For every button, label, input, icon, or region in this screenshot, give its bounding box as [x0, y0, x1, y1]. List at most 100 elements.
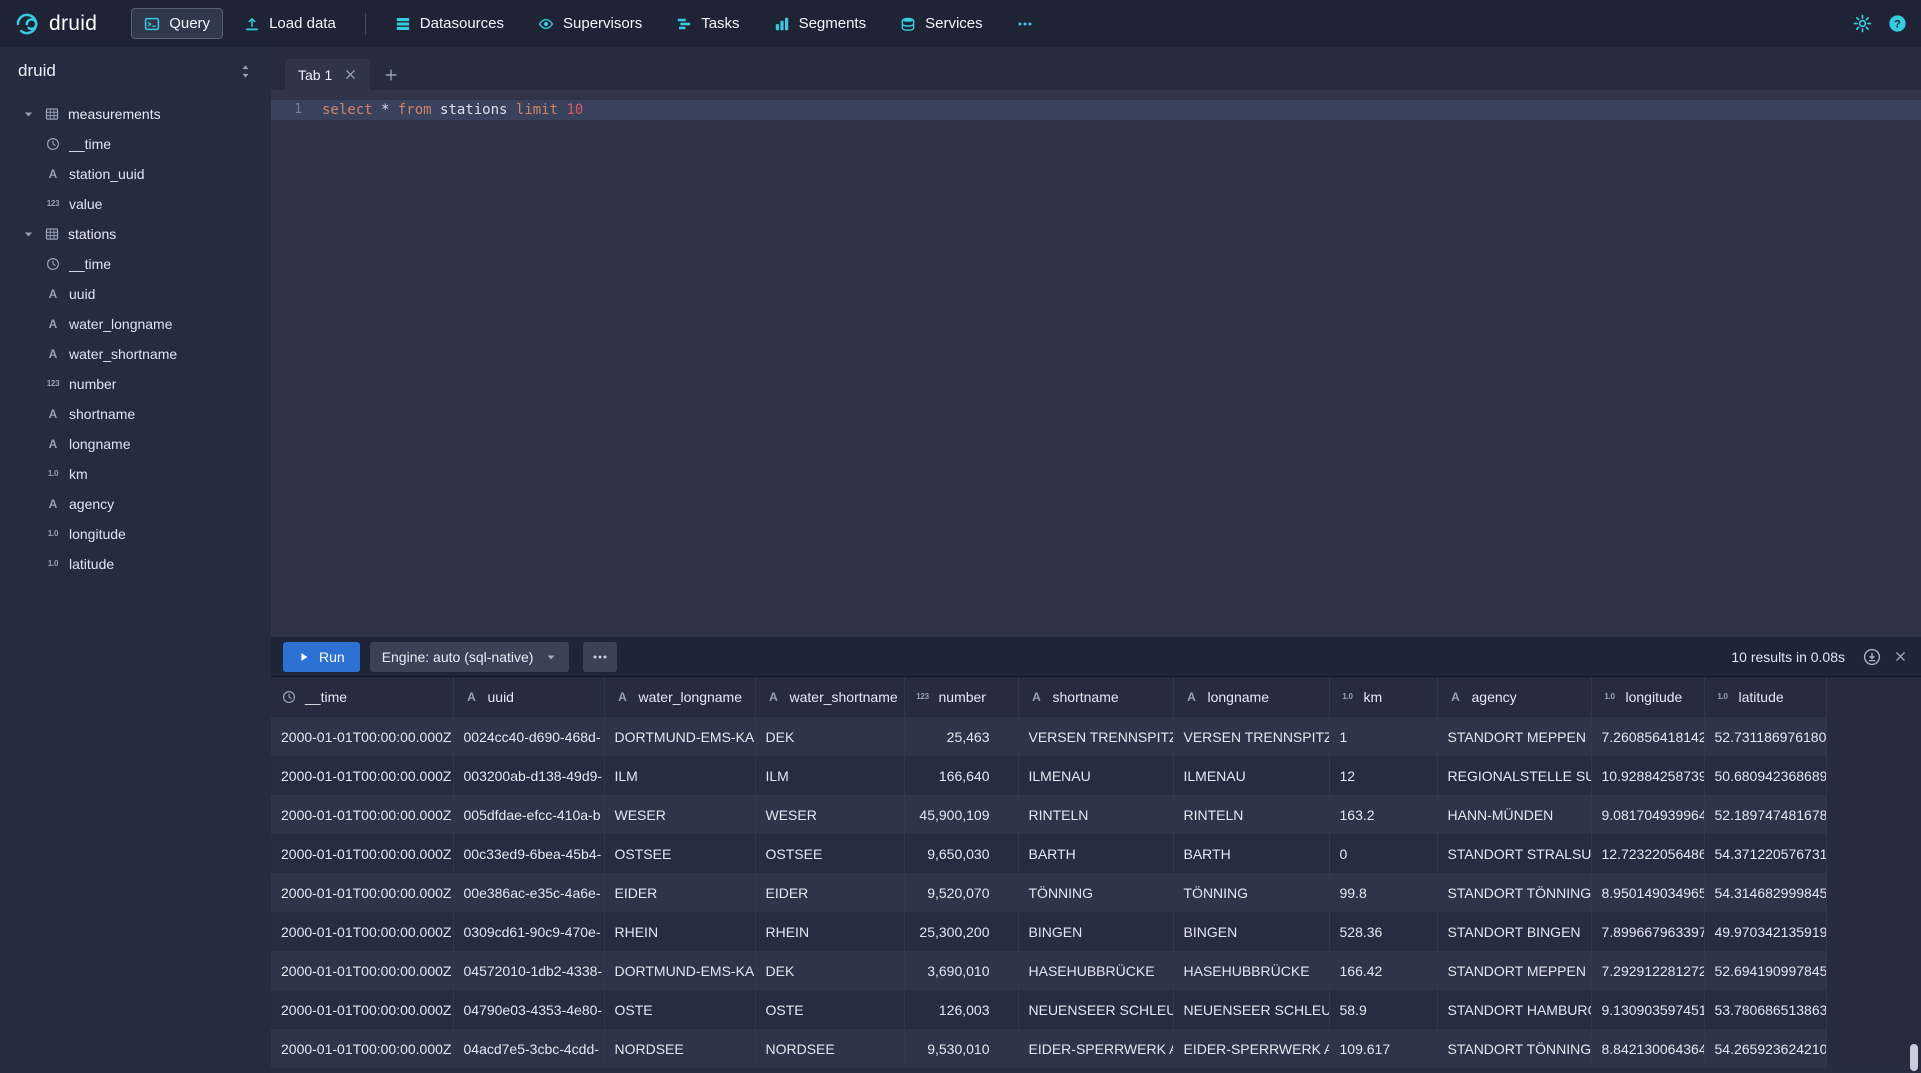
cell-longitude[interactable]: 10.9288425873947 [1591, 756, 1704, 795]
cell-shortname[interactable]: BINGEN [1018, 912, 1173, 951]
cell-longname[interactable]: NEUENSEER SCHLEUSE [1173, 990, 1329, 1029]
cell-water_longname[interactable]: NORDSEE [604, 1029, 755, 1068]
cell-latitude[interactable]: 50.6809423686897 [1704, 756, 1826, 795]
column-header-latitude[interactable]: 1.0latitude [1704, 677, 1826, 717]
column-header-water_shortname[interactable]: Awater_shortname [755, 677, 904, 717]
cell-__time[interactable]: 2000-01-01T00:00:00.000Z [271, 795, 453, 834]
cell-km[interactable]: 166.42 [1329, 951, 1437, 990]
tree-column-__time[interactable]: __time [0, 129, 271, 159]
cell-longname[interactable]: HASEHUBBRÜCKE [1173, 951, 1329, 990]
tree-column-latitude[interactable]: 1.0latitude [0, 549, 271, 579]
cell-agency[interactable]: STANDORT MEPPEN [1437, 717, 1591, 756]
cell-water_shortname[interactable]: EIDER [755, 873, 904, 912]
cell-km[interactable]: 163.2 [1329, 795, 1437, 834]
tree-column-longitude[interactable]: 1.0longitude [0, 519, 271, 549]
column-header-__time[interactable]: __time [271, 677, 453, 717]
cell-agency[interactable]: STANDORT MEPPEN [1437, 951, 1591, 990]
cell-shortname[interactable]: VERSEN TRENNSPITZE [1018, 717, 1173, 756]
download-results-icon[interactable] [1863, 648, 1881, 666]
cell-uuid[interactable]: 0024cc40-d690-468d- [453, 717, 604, 756]
cell-agency[interactable]: STANDORT TÖNNING [1437, 873, 1591, 912]
cell-shortname[interactable]: EIDER-SPERRWERK AP [1018, 1029, 1173, 1068]
cell-latitude[interactable]: 52.6941909978451 [1704, 951, 1826, 990]
tree-column-station_uuid[interactable]: Astation_uuid [0, 159, 271, 189]
cell-agency[interactable]: STANDORT HAMBURG [1437, 990, 1591, 1029]
cell-uuid[interactable]: 003200ab-d138-49d9- [453, 756, 604, 795]
cell-latitude[interactable]: 52.1897474816781 [1704, 795, 1826, 834]
cell-uuid[interactable]: 04acd7e5-3cbc-4cdd- [453, 1029, 604, 1068]
cell-__time[interactable]: 2000-01-01T00:00:00.000Z [271, 1029, 453, 1068]
cell-km[interactable]: 0 [1329, 834, 1437, 873]
tree-column-shortname[interactable]: Ashortname [0, 399, 271, 429]
schema-selector[interactable]: druid [0, 47, 271, 95]
cell-longitude[interactable]: 7.2929122812727 [1591, 951, 1704, 990]
cell-agency[interactable]: STANDORT BINGEN [1437, 912, 1591, 951]
cell-longname[interactable]: TÖNNING [1173, 873, 1329, 912]
cell-longitude[interactable]: 7.2608564181428 [1591, 717, 1704, 756]
run-button[interactable]: Run [283, 642, 360, 672]
nav-item-query[interactable]: Query [131, 8, 223, 39]
column-header-number[interactable]: 123number [904, 677, 1018, 717]
cell-water_longname[interactable]: DORTMUND-EMS-KANAL [604, 951, 755, 990]
column-header-water_longname[interactable]: Awater_longname [604, 677, 755, 717]
cell-shortname[interactable]: ILMENAU [1018, 756, 1173, 795]
cell-agency[interactable]: HANN-MÜNDEN [1437, 795, 1591, 834]
cell-__time[interactable]: 2000-01-01T00:00:00.000Z [271, 834, 453, 873]
cell-water_shortname[interactable]: RHEIN [755, 912, 904, 951]
tree-column-water_shortname[interactable]: Awater_shortname [0, 339, 271, 369]
column-header-shortname[interactable]: Ashortname [1018, 677, 1173, 717]
cell-km[interactable]: 1 [1329, 717, 1437, 756]
tree-table-measurements[interactable]: measurements [0, 99, 271, 129]
cell-water_shortname[interactable]: OSTSEE [755, 834, 904, 873]
cell-latitude[interactable]: 49.9703421359191 [1704, 912, 1826, 951]
cell-longname[interactable]: BARTH [1173, 834, 1329, 873]
tree-table-stations[interactable]: stations [0, 219, 271, 249]
nav-item-datasources[interactable]: Datasources [382, 8, 517, 39]
cell-uuid[interactable]: 005dfdae-efcc-410a-b [453, 795, 604, 834]
cell-water_longname[interactable]: RHEIN [604, 912, 755, 951]
cell-number[interactable]: 25,300,200 [904, 912, 1018, 951]
column-header-km[interactable]: 1.0km [1329, 677, 1437, 717]
column-header-longitude[interactable]: 1.0longitude [1591, 677, 1704, 717]
cell-shortname[interactable]: HASEHUBBRÜCKE [1018, 951, 1173, 990]
cell-number[interactable]: 126,003 [904, 990, 1018, 1029]
nav-item-load-data[interactable]: Load data [231, 8, 349, 39]
cell-longname[interactable]: VERSEN TRENNSPITZE [1173, 717, 1329, 756]
cell-longname[interactable]: EIDER-SPERRWERK AP [1173, 1029, 1329, 1068]
gear-icon[interactable] [1853, 14, 1872, 33]
cell-longitude[interactable]: 12.7232205648649 [1591, 834, 1704, 873]
tree-column-km[interactable]: 1.0km [0, 459, 271, 489]
cell-water_longname[interactable]: WESER [604, 795, 755, 834]
cell-km[interactable]: 109.617 [1329, 1029, 1437, 1068]
nav-item-more[interactable] [1004, 8, 1046, 39]
cell-uuid[interactable]: 0309cd61-90c9-470e- [453, 912, 604, 951]
cell-longname[interactable]: ILMENAU [1173, 756, 1329, 795]
nav-item-supervisors[interactable]: Supervisors [525, 8, 655, 39]
cell-longitude[interactable]: 9.1309035974510 [1591, 990, 1704, 1029]
query-more-button[interactable] [583, 642, 617, 672]
help-icon[interactable]: ? [1888, 14, 1907, 33]
cell-water_longname[interactable]: OSTSEE [604, 834, 755, 873]
cell-water_shortname[interactable]: DEK [755, 951, 904, 990]
scrollbar-thumb[interactable] [1910, 1044, 1918, 1071]
add-tab-button[interactable] [370, 59, 412, 90]
cell-__time[interactable]: 2000-01-01T00:00:00.000Z [271, 873, 453, 912]
cell-km[interactable]: 58.9 [1329, 990, 1437, 1029]
cell-latitude[interactable]: 52.7311869761808 [1704, 717, 1826, 756]
nav-item-segments[interactable]: Segments [761, 8, 880, 39]
cell-uuid[interactable]: 00e386ac-e35c-4a6e- [453, 873, 604, 912]
tree-column-water_longname[interactable]: Awater_longname [0, 309, 271, 339]
tree-column-number[interactable]: 123number [0, 369, 271, 399]
cell-latitude[interactable]: 54.2659236242101 [1704, 1029, 1826, 1068]
tab-1[interactable]: Tab 1 [285, 59, 370, 90]
cell-longname[interactable]: BINGEN [1173, 912, 1329, 951]
cell-number[interactable]: 166,640 [904, 756, 1018, 795]
cell-__time[interactable]: 2000-01-01T00:00:00.000Z [271, 912, 453, 951]
cell-shortname[interactable]: TÖNNING [1018, 873, 1173, 912]
cell-longitude[interactable]: 7.8996679633971 [1591, 912, 1704, 951]
column-header-agency[interactable]: Aagency [1437, 677, 1591, 717]
cell-km[interactable]: 12 [1329, 756, 1437, 795]
cell-km[interactable]: 528.36 [1329, 912, 1437, 951]
tree-column-agency[interactable]: Aagency [0, 489, 271, 519]
cell-agency[interactable]: REGIONALSTELLE SUHL [1437, 756, 1591, 795]
